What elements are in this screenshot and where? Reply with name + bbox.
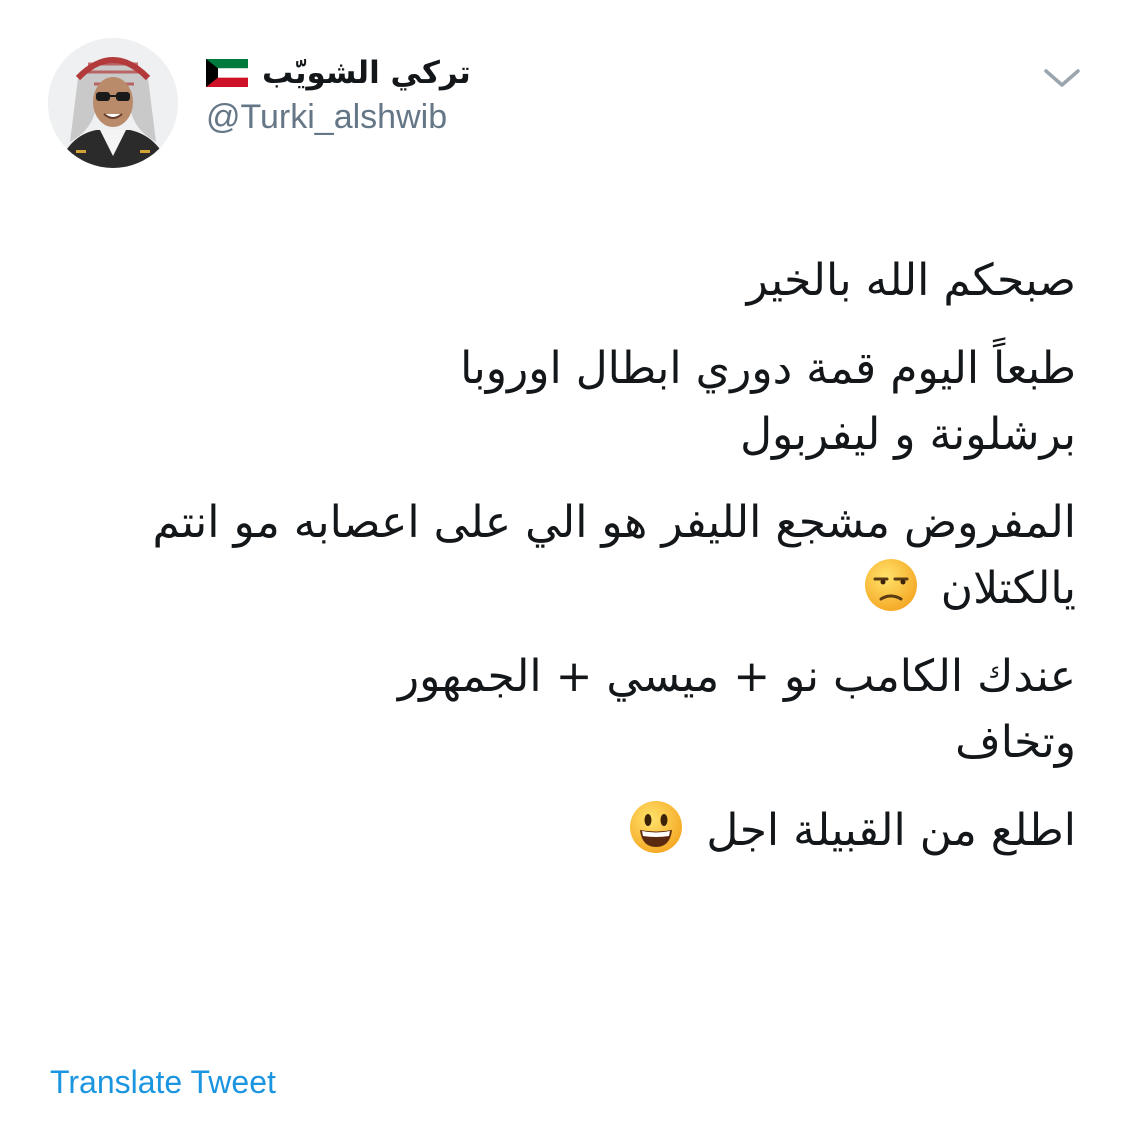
tweet-line: طبعاً اليوم قمة دوري ابطال اوروبا [460,343,1076,394]
tweet-line-with-emoji: يالكتلان [48,556,1076,622]
tweet-paragraph: صبحكم الله بالخير [48,248,1076,314]
author-display-name: تركي الشويّب [262,55,471,91]
grinning-face-emoji-icon [630,801,683,853]
tweet-line-with-emoji: اطلع من القبيلة اجل [48,798,1076,864]
chevron-down-icon[interactable] [1040,62,1084,94]
author-handle[interactable]: @Turki_alshwib [206,98,447,137]
tweet-line: عندك الكامب نو + ميسي + الجمهور [397,651,1076,702]
tweet-line: صبحكم الله بالخير [746,255,1076,306]
tweet-paragraph: المفروض مشجع الليفر هو الي على اعصابه مو… [48,490,1076,622]
profile-photo-icon [48,38,178,168]
author-name-row[interactable]: تركي الشويّب [206,50,471,96]
kuwait-flag-icon [206,59,248,87]
tweet-paragraph: طبعاً اليوم قمة دوري ابطال اوروبا برشلون… [48,336,1076,468]
avatar[interactable] [48,38,178,168]
tweet-line-text: اطلع من القبيلة اجل [706,805,1076,856]
tweet-line-text: يالكتلان [940,563,1076,614]
translate-tweet-link[interactable]: Translate Tweet [50,1064,276,1101]
unamused-face-emoji-icon [864,559,917,611]
tweet-paragraph: عندك الكامب نو + ميسي + الجمهور وتخاف [48,644,1076,776]
tweet-line: وتخاف [955,717,1076,768]
tweet-line: المفروض مشجع الليفر هو الي على اعصابه مو… [152,497,1076,548]
tweet-text: صبحكم الله بالخير طبعاً اليوم قمة دوري ا… [48,248,1076,886]
tweet-card: تركي الشويّب @Turki_alshwib صبحكم الله ب… [0,0,1124,1143]
tweet-paragraph: اطلع من القبيلة اجل [48,798,1076,864]
tweet-line: برشلونة و ليفربول [740,409,1076,460]
